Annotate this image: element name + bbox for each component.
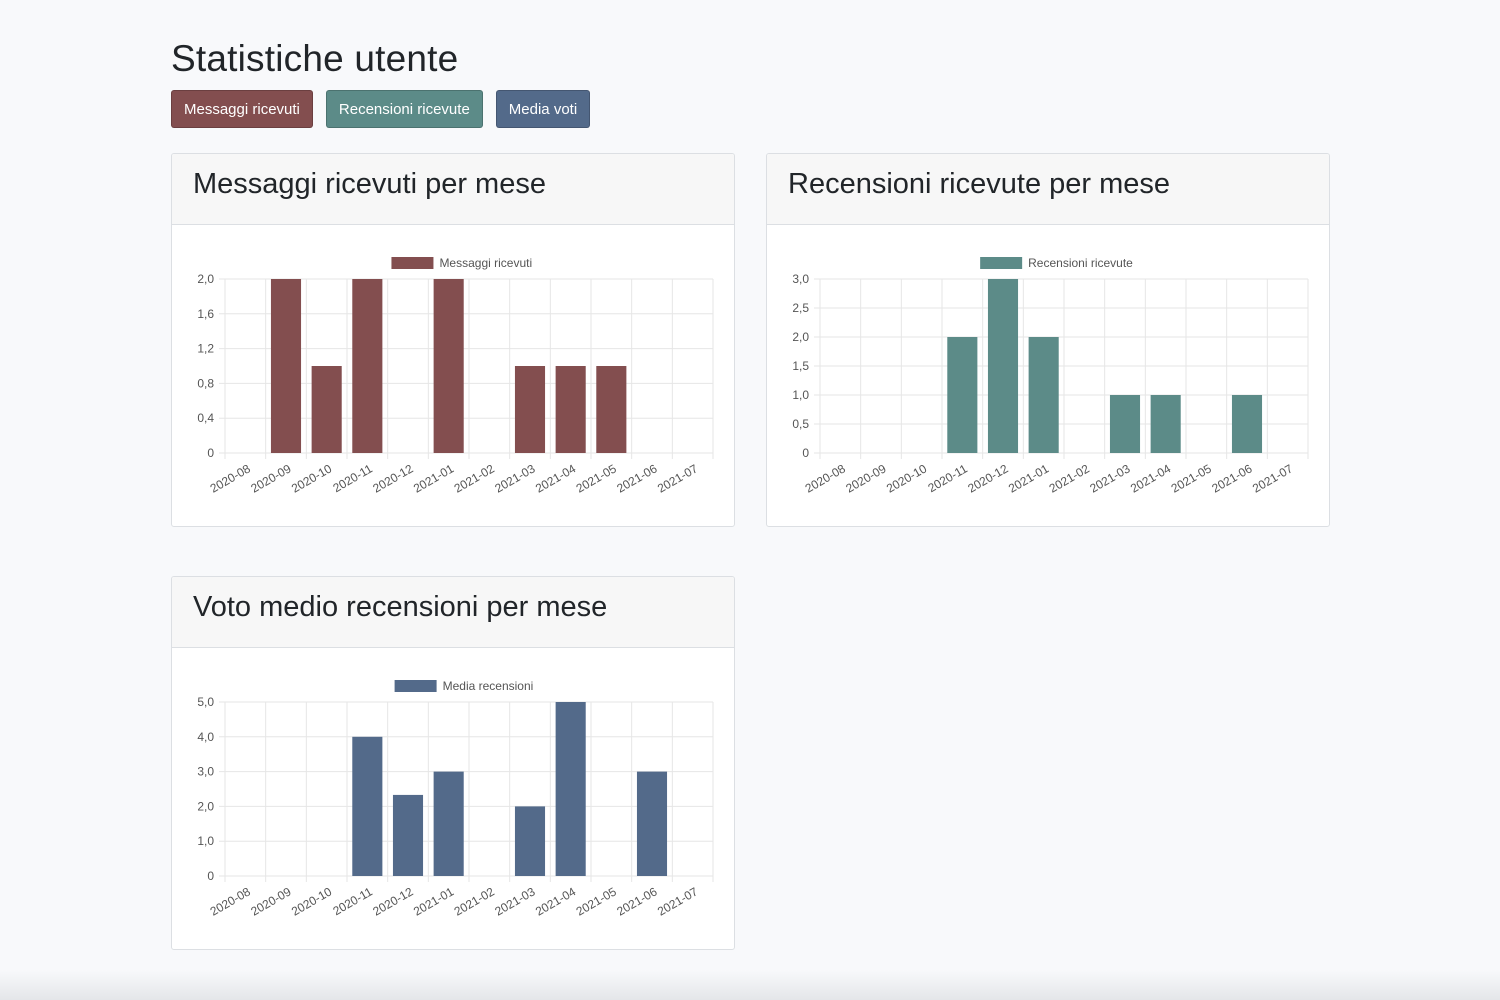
legend-label: Messaggi ricevuti (439, 256, 532, 270)
x-tick-label: 2021-01 (411, 461, 456, 495)
page-title: Statistiche utente (171, 38, 459, 79)
chart-bar (636, 771, 668, 876)
x-tick-label: 2021-05 (574, 884, 619, 918)
x-tick-label: 2020-09 (248, 884, 293, 918)
legend-label: Recensioni ricevute (1028, 256, 1133, 270)
x-tick-label: 2021-04 (1128, 461, 1173, 495)
reviews-bar-chart: 0 0,5 1,0 1,5 2,0 2,5 3,0 2020-082020-092020-10… (792, 256, 1309, 496)
x-tick-label: 2020-12 (370, 461, 415, 495)
x-tick-label: 2021-07 (655, 461, 700, 495)
ratings-chart: 0 1,0 2,0 3,0 4,0 5,0 2020-08 2020-09 2020-10 202… (172, 648, 734, 949)
y-tick-label: 0,8 (197, 376, 214, 390)
x-tick-label: 2020-11 (330, 884, 375, 918)
y-tick-label: 0,5 (792, 417, 809, 431)
chart-bar (555, 702, 586, 876)
x-tick-label: 2020-09 (248, 461, 293, 495)
messages-card-title: Messaggi ricevuti per mese (172, 154, 734, 225)
x-tick-label: 2020-12 (370, 884, 415, 918)
x-tick-label: 2021-05 (1169, 461, 1214, 495)
x-tick-label: 2021-01 (1006, 461, 1051, 495)
x-tick-label: 2021-02 (452, 884, 497, 918)
y-tick-label: 1,0 (197, 834, 214, 848)
y-tick-label: 1,5 (792, 359, 809, 373)
reviews-received-button[interactable]: Recensioni ricevute (325, 90, 483, 128)
y-tick-label: 3,0 (792, 272, 809, 286)
reviews-card-title: Recensioni ricevute per mese (767, 154, 1329, 225)
x-tick-label: 2020-08 (208, 461, 253, 495)
y-tick-label: 2,5 (792, 301, 809, 315)
chart-bar (947, 337, 978, 453)
y-tick-label: 1,2 (197, 342, 214, 356)
chart-bar (433, 771, 464, 876)
y-tick-label: 1,0 (792, 388, 809, 402)
messages-received-button[interactable]: Messaggi ricevuti (171, 90, 313, 128)
x-tick-label: 2021-02 (1047, 461, 1092, 495)
x-tick-label: 2020-09 (843, 461, 888, 495)
y-tick-label: 2,0 (792, 330, 809, 344)
messages-chart: 0 0,4 0,8 1,2 1,6 2,0 2020-08 2020-09 2020-10 202… (172, 225, 734, 526)
legend-swatch (980, 257, 1023, 269)
x-tick-label: 2021-04 (533, 461, 578, 495)
y-tick-label: 0 (207, 869, 214, 883)
chart-bar (270, 279, 302, 453)
y-tick-label: 3,0 (197, 765, 214, 779)
x-tick-label: 2020-11 (330, 461, 375, 495)
chart-bar (1150, 395, 1181, 453)
y-tick-label: 0 (802, 446, 809, 460)
x-tick-label: 2020-11 (925, 461, 970, 495)
x-tick-label: 2021-03 (492, 461, 537, 495)
reviews-chart-card: Recensioni ricevute per mese 0 0,5 1,0 1,5 2… (766, 153, 1330, 527)
x-tick-label: 2021-03 (1087, 461, 1132, 495)
x-tick-label: 2021-01 (411, 884, 456, 918)
chart-bar (352, 736, 383, 876)
y-tick-label: 4,0 (197, 730, 214, 744)
x-tick-label: 2021-06 (1209, 461, 1254, 495)
x-tick-label: 2020-10 (884, 461, 929, 495)
reviews-chart: 0 0,5 1,0 1,5 2,0 2,5 3,0 2020-08 2020-09 2020-10… (767, 225, 1329, 526)
legend-swatch (391, 257, 434, 269)
x-tick-label: 2021-03 (492, 884, 537, 918)
chart-bar (1109, 395, 1141, 453)
chart-bar (433, 279, 464, 453)
bottom-shade (0, 970, 1500, 1000)
x-tick-label: 2021-04 (533, 884, 578, 918)
messages-chart-card: Messaggi ricevuti per mese 0 0,4 0,8 1,2 1,6… (171, 153, 735, 527)
chart-bar (987, 279, 1019, 453)
chart-bar (311, 366, 342, 453)
average-rating-button[interactable]: Media voti (495, 90, 591, 128)
ratings-chart-card: Voto medio recensioni per mese 0 1,0 2,0 3,… (171, 576, 735, 950)
y-tick-label: 2,0 (197, 799, 214, 813)
x-tick-label: 2020-10 (289, 884, 334, 918)
x-tick-label: 2021-07 (1250, 461, 1295, 495)
legend-label: Media recensioni (443, 679, 534, 693)
y-tick-label: 0,4 (197, 411, 214, 425)
chart-bar (514, 366, 546, 453)
x-tick-label: 2021-02 (452, 461, 497, 495)
chart-bar (1028, 337, 1059, 453)
x-tick-label: 2021-06 (614, 461, 659, 495)
y-tick-label: 1,6 (197, 307, 214, 321)
x-tick-label: 2021-06 (614, 884, 659, 918)
x-tick-label: 2020-08 (803, 461, 848, 495)
y-tick-label: 5,0 (197, 695, 214, 709)
chart-bar (1231, 395, 1263, 453)
y-tick-label: 0 (207, 446, 214, 460)
x-tick-label: 2020-10 (289, 461, 334, 495)
messages-bar-chart: 00,40,81,21,62,02020-082020-092020-10202… (197, 256, 714, 496)
ratings-card-title: Voto medio recensioni per mese (172, 577, 734, 648)
ratings-bar-chart: 01,02,03,04,05,02020-082020-092020-10202… (197, 679, 714, 919)
x-tick-label: 2021-07 (655, 884, 700, 918)
y-tick-label: 2,0 (197, 272, 214, 286)
chart-bar (555, 366, 586, 453)
legend-swatch (394, 680, 437, 692)
chart-bar (392, 794, 424, 876)
x-tick-label: 2020-08 (208, 884, 253, 918)
chart-bar (514, 806, 546, 876)
x-tick-label: 2021-05 (574, 461, 619, 495)
x-tick-label: 2020-12 (965, 461, 1010, 495)
chart-toggle-buttons: Messaggi ricevuti Recensioni ricevute Me… (171, 90, 591, 128)
chart-bar (352, 279, 383, 453)
chart-bar (596, 366, 627, 453)
